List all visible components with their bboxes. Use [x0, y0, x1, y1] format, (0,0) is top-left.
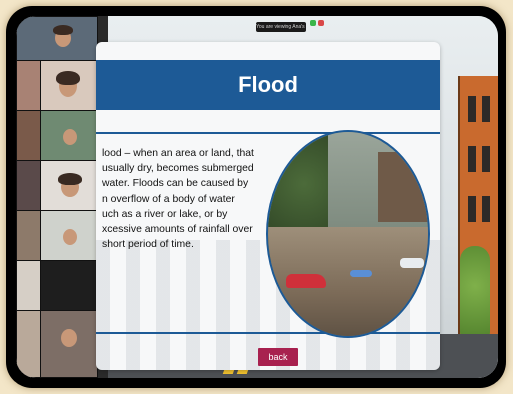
photo-building	[378, 152, 428, 222]
screen-share-banner[interactable]: You are viewing Ana's Screen	[256, 22, 306, 32]
photo-white-car	[400, 258, 424, 268]
share-status-indicator	[310, 20, 316, 26]
stop-share-indicator[interactable]	[318, 20, 324, 26]
participant-tile[interactable]	[40, 110, 98, 162]
participant-tile[interactable]	[16, 210, 42, 262]
participant-tile[interactable]	[16, 310, 42, 378]
flooded-street-photo	[266, 130, 430, 338]
title-band: Flood	[96, 60, 440, 110]
building-window	[468, 96, 476, 122]
participant-tile[interactable]	[40, 60, 98, 112]
building-window	[468, 196, 476, 222]
participant-hair	[56, 71, 80, 85]
slide-panel: Flood lood – when an area or land, that …	[96, 42, 440, 370]
participant-tile[interactable]	[16, 16, 98, 62]
participant-tile[interactable]	[40, 160, 98, 212]
participant-hair	[58, 173, 82, 185]
flood-description: lood – when an area or land, that usuall…	[102, 148, 254, 251]
photo-blue-car	[350, 270, 372, 277]
participant-hair	[53, 25, 73, 35]
participant-gallery	[16, 16, 98, 378]
participant-face	[63, 229, 77, 245]
building-window	[482, 196, 490, 222]
photo-red-car	[286, 274, 326, 288]
building-window	[482, 146, 490, 172]
participant-tile[interactable]	[16, 260, 42, 312]
device-frame: You are viewing Ana's Screen Flood lood …	[6, 6, 506, 388]
building-window	[482, 96, 490, 122]
participant-tile[interactable]	[40, 210, 98, 262]
slide-title: Flood	[238, 72, 298, 97]
screen: You are viewing Ana's Screen Flood lood …	[16, 16, 498, 378]
participant-face	[63, 129, 77, 145]
participant-tile[interactable]	[16, 60, 42, 112]
building-window	[468, 146, 476, 172]
participant-tile[interactable]	[16, 110, 42, 162]
participant-tile[interactable]	[16, 160, 42, 212]
participant-face	[61, 329, 77, 347]
participant-tile[interactable]	[40, 260, 98, 312]
back-button[interactable]: back	[258, 348, 298, 366]
background-tree	[460, 246, 490, 346]
participant-tile[interactable]	[40, 310, 98, 378]
